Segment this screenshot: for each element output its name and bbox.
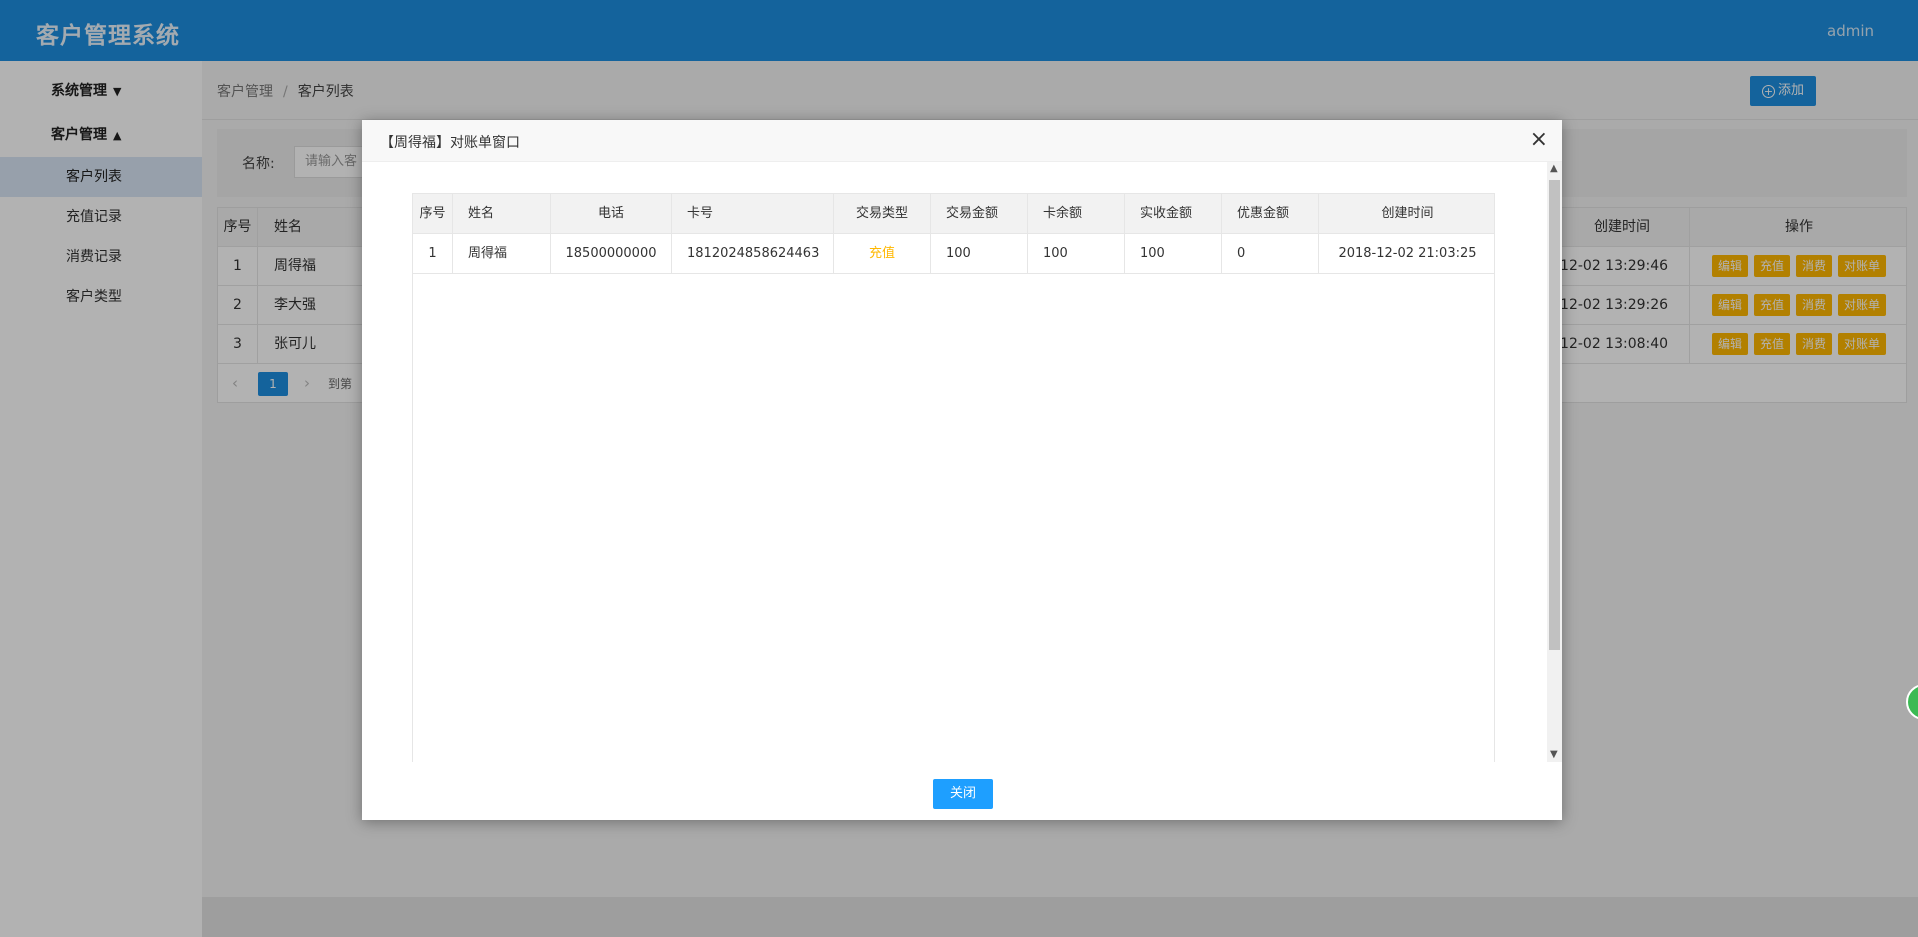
column-header-type: 交易类型 — [834, 194, 931, 233]
column-header-phone: 电话 — [551, 194, 672, 233]
scroll-up-icon[interactable]: ▲ — [1550, 163, 1558, 174]
scroll-down-icon[interactable]: ▼ — [1550, 749, 1558, 760]
table-row: 1 周得福 18500000000 1812024858624463 充值 10… — [413, 234, 1494, 274]
cell-phone: 18500000000 — [551, 234, 672, 273]
cell-created: 2018-12-02 21:03:25 — [1338, 246, 1477, 261]
column-header-name: 姓名 — [453, 194, 551, 233]
statement-modal: 【周得福】对账单窗口 × 序号 姓名 电话 卡号 交易类型 交易金额 卡余额 实… — [362, 120, 1562, 820]
cell-name: 周得福 — [453, 234, 551, 273]
column-header-received: 实收金额 — [1125, 194, 1222, 233]
modal-body: 序号 姓名 电话 卡号 交易类型 交易金额 卡余额 实收金额 优惠金额 创建时间… — [362, 162, 1562, 762]
modal-title: 【周得福】对账单窗口 — [380, 135, 520, 151]
column-header-created: 创建时间 — [1381, 206, 1434, 221]
cell-balance: 100 — [1028, 234, 1125, 273]
cell-discount: 0 — [1222, 234, 1319, 273]
close-icon[interactable]: × — [1530, 127, 1548, 153]
column-header-card-no: 卡号 — [672, 194, 834, 233]
modal-scrollbar[interactable]: ▲ ▼ — [1547, 162, 1562, 762]
cell-no: 1 — [413, 234, 453, 273]
close-button[interactable]: 关闭 — [933, 779, 993, 809]
cell-card-no: 1812024858624463 — [672, 234, 834, 273]
cell-type: 充值 — [834, 234, 931, 273]
column-header-amount: 交易金额 — [931, 194, 1028, 233]
statement-header-row: 序号 姓名 电话 卡号 交易类型 交易金额 卡余额 实收金额 优惠金额 创建时间 — [413, 194, 1494, 234]
column-header-discount: 优惠金额 — [1222, 194, 1319, 233]
cell-amount: 100 — [931, 234, 1028, 273]
scrollbar-thumb[interactable] — [1549, 180, 1560, 650]
column-header-balance: 卡余额 — [1028, 194, 1125, 233]
cell-received: 100 — [1125, 234, 1222, 273]
statement-table: 序号 姓名 电话 卡号 交易类型 交易金额 卡余额 实收金额 优惠金额 创建时间… — [412, 193, 1495, 762]
modal-header: 【周得福】对账单窗口 × — [362, 120, 1562, 162]
column-header-no: 序号 — [413, 194, 453, 233]
